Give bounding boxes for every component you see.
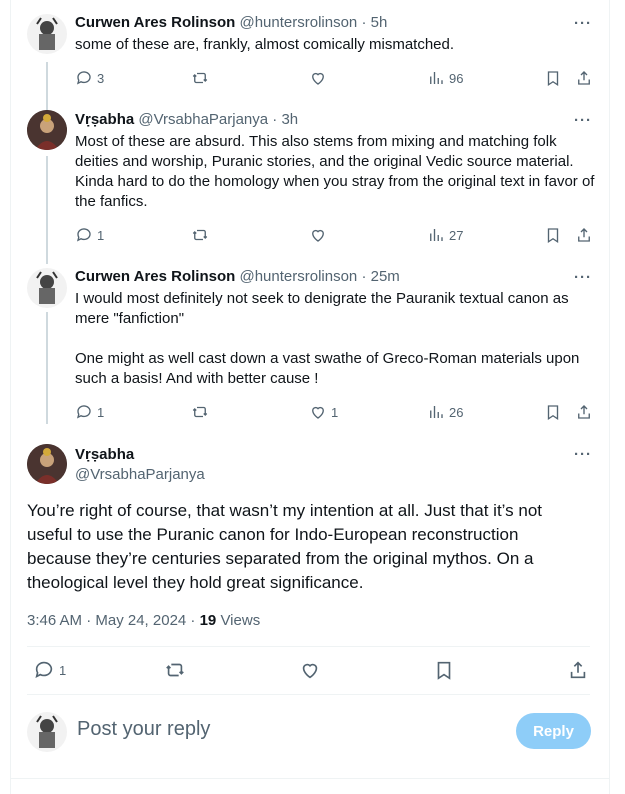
like-button[interactable]: [299, 660, 321, 680]
views-count: 96: [449, 70, 464, 86]
post-time[interactable]: 25m: [371, 268, 400, 285]
heart-icon: [312, 406, 324, 419]
more-icon[interactable]: ···: [574, 16, 592, 31]
post-timestamp: 3:46 AM · May 24, 2024 · 19 Views: [27, 612, 260, 629]
bookmark-button[interactable]: [544, 225, 562, 245]
reply-icon: [35, 661, 53, 678]
repost-icon: [192, 406, 208, 418]
separator: ·: [357, 14, 371, 31]
repost-button[interactable]: [191, 68, 209, 88]
divider: [27, 694, 590, 695]
author-handle[interactable]: @VrsabhaParjanya: [75, 466, 205, 483]
share-button[interactable]: [575, 402, 593, 422]
more-icon[interactable]: ···: [574, 270, 592, 285]
heart-icon: [312, 229, 324, 242]
more-icon[interactable]: ···: [574, 113, 592, 128]
reply-button[interactable]: 1: [75, 402, 104, 422]
repost-icon: [192, 229, 208, 241]
post-text: some of these are, frankly, almost comic…: [75, 36, 455, 53]
author-name[interactable]: Curwen Ares Rolinson: [75, 14, 235, 31]
author-name[interactable]: Vṛṣabha: [75, 111, 134, 128]
analytics-icon: [430, 229, 443, 241]
bookmark-button[interactable]: [544, 402, 562, 422]
post-text: I would most definitely not seek to deni…: [75, 290, 580, 387]
heart-icon: [312, 72, 324, 85]
repost-icon: [166, 663, 184, 677]
repost-button[interactable]: [164, 660, 186, 680]
post-text: You’re right of course, that wasn’t my i…: [27, 501, 542, 592]
share-icon: [578, 405, 590, 419]
author-name[interactable]: Vṛṣabha: [75, 446, 134, 463]
separator: ·: [357, 268, 371, 285]
bookmark-icon: [547, 228, 559, 244]
reply-submit-button[interactable]: Reply: [516, 713, 591, 749]
author-handle[interactable]: @VrsabhaParjanya: [138, 111, 268, 128]
like-count: 1: [331, 404, 339, 420]
like-button[interactable]: 1: [309, 402, 338, 422]
avatar[interactable]: [27, 110, 67, 150]
repost-button[interactable]: [191, 402, 209, 422]
bookmark-icon: [437, 661, 451, 680]
reply-button[interactable]: 1: [75, 225, 104, 245]
timestamp[interactable]: 3:46 AM · May 24, 2024 ·: [27, 612, 200, 629]
divider: [27, 646, 590, 647]
reply-icon: [76, 71, 91, 85]
like-button[interactable]: [309, 225, 327, 245]
reply-button[interactable]: 1: [33, 660, 66, 680]
reply-input[interactable]: Post your reply: [77, 718, 210, 741]
author-handle[interactable]: @huntersrolinson: [239, 14, 357, 31]
analytics-icon: [430, 72, 443, 84]
reply-post[interactable]: Vṛṣabha @VrsabhaParjanya · 3h ··· Most o…: [0, 100, 625, 260]
share-icon: [570, 661, 586, 679]
post-time[interactable]: 5h: [371, 14, 388, 31]
post-text: Most of these are absurd. This also stem…: [75, 133, 595, 210]
share-button[interactable]: [567, 660, 589, 680]
repost-icon: [192, 72, 208, 84]
bookmark-icon: [547, 71, 559, 87]
reply-icon: [76, 228, 91, 242]
heart-icon: [302, 663, 318, 679]
share-button[interactable]: [575, 68, 593, 88]
reply-count: 1: [97, 404, 105, 420]
like-button[interactable]: [309, 68, 327, 88]
reply-post[interactable]: Curwen Ares Rolinson @huntersrolinson · …: [0, 260, 625, 436]
post-time[interactable]: 3h: [281, 111, 298, 128]
avatar: [27, 712, 67, 752]
separator: ·: [268, 111, 282, 128]
avatar[interactable]: [27, 268, 67, 308]
share-icon: [578, 71, 590, 85]
reply-post[interactable]: Curwen Ares Rolinson @huntersrolinson · …: [0, 0, 625, 100]
views-label: Views: [216, 612, 261, 629]
author-name[interactable]: Curwen Ares Rolinson: [75, 268, 235, 285]
author-handle[interactable]: @huntersrolinson: [239, 268, 357, 285]
reply-count: 3: [97, 70, 105, 86]
views-button[interactable]: 27: [427, 225, 463, 245]
repost-button[interactable]: [191, 225, 209, 245]
more-icon[interactable]: ···: [574, 447, 592, 462]
avatar[interactable]: [27, 14, 67, 54]
views-count: 27: [449, 227, 464, 243]
share-icon: [578, 228, 590, 242]
bookmark-icon: [547, 405, 559, 421]
views-button[interactable]: 26: [427, 402, 463, 422]
views-count: 26: [449, 404, 464, 420]
bookmark-button[interactable]: [433, 660, 455, 680]
views-button[interactable]: 96: [427, 68, 463, 88]
bookmark-button[interactable]: [544, 68, 562, 88]
share-button[interactable]: [575, 225, 593, 245]
divider: [10, 778, 610, 779]
reply-button[interactable]: 3: [75, 68, 104, 88]
analytics-icon: [430, 406, 443, 418]
reply-count: 1: [97, 227, 105, 243]
views-count: 19: [199, 612, 217, 629]
reply-count: 1: [59, 662, 67, 678]
avatar[interactable]: [27, 444, 67, 484]
reply-icon: [76, 405, 91, 419]
